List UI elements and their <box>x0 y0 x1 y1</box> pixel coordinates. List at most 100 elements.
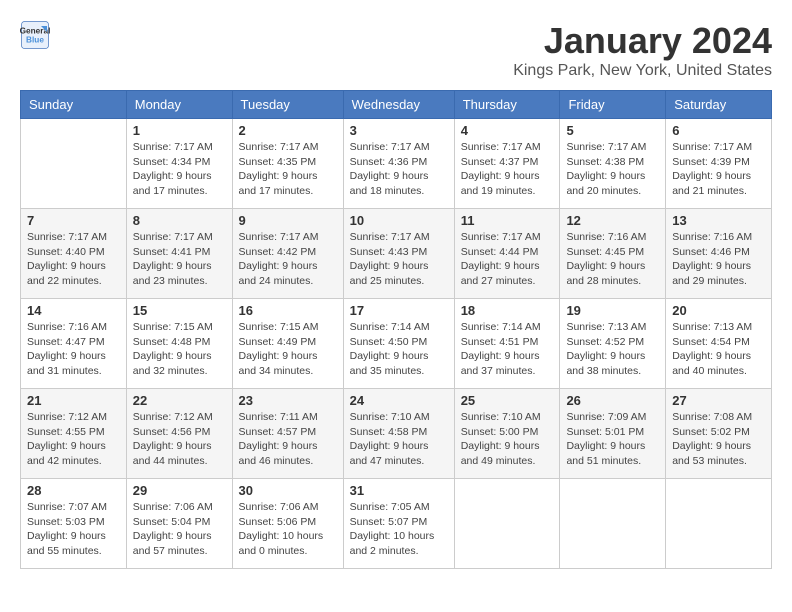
day-number: 4 <box>461 123 554 138</box>
day-info: Sunrise: 7:17 AMSunset: 4:37 PMDaylight:… <box>461 140 554 199</box>
calendar-cell: 22 Sunrise: 7:12 AMSunset: 4:56 PMDayligh… <box>126 389 232 479</box>
calendar-cell: 30Sunrise: 7:06 AMSunset: 5:06 PMDayligh… <box>232 479 343 569</box>
calendar-cell: 1 Sunrise: 7:17 AMSunset: 4:34 PMDaylight… <box>126 119 232 209</box>
page-container: General Blue January 2024 Kings Park, Ne… <box>20 20 772 569</box>
calendar-cell: 7 Sunrise: 7:17 AMSunset: 4:40 PMDaylight… <box>21 209 127 299</box>
calendar-subtitle: Kings Park, New York, United States <box>513 62 772 80</box>
day-number: 12 <box>566 213 659 228</box>
calendar-cell: 2 Sunrise: 7:17 AMSunset: 4:35 PMDaylight… <box>232 119 343 209</box>
day-number: 22 <box>133 393 226 408</box>
day-info: Sunrise: 7:08 AMSunset: 5:02 PMDaylight:… <box>672 410 765 469</box>
day-number: 1 <box>133 123 226 138</box>
day-info: Sunrise: 7:06 AMSunset: 5:04 PMDaylight:… <box>133 500 226 559</box>
day-info: Sunrise: 7:07 AMSunset: 5:03 PMDaylight:… <box>27 500 120 559</box>
day-info: Sunrise: 7:10 AMSunset: 5:00 PMDaylight:… <box>461 410 554 469</box>
day-number: 6 <box>672 123 765 138</box>
day-number: 26 <box>566 393 659 408</box>
col-wednesday: Wednesday <box>343 91 454 119</box>
week-row-1: 1 Sunrise: 7:17 AMSunset: 4:34 PMDaylight… <box>21 119 772 209</box>
day-number: 7 <box>27 213 120 228</box>
day-number: 28 <box>27 483 120 498</box>
calendar-cell: 4 Sunrise: 7:17 AMSunset: 4:37 PMDaylight… <box>454 119 560 209</box>
calendar-cell: 16 Sunrise: 7:15 AMSunset: 4:49 PMDayligh… <box>232 299 343 389</box>
calendar-cell: 15Sunrise: 7:15 AMSunset: 4:48 PMDayligh… <box>126 299 232 389</box>
svg-text:Blue: Blue <box>26 36 44 45</box>
day-info: Sunrise: 7:13 AMSunset: 4:54 PMDaylight:… <box>672 320 765 379</box>
calendar-cell: 23 Sunrise: 7:11 AMSunset: 4:57 PMDayligh… <box>232 389 343 479</box>
week-row-4: 21 Sunrise: 7:12 AMSunset: 4:55 PMDayligh… <box>21 389 772 479</box>
col-saturday: Saturday <box>666 91 772 119</box>
day-info: Sunrise: 7:17 AMSunset: 4:41 PMDaylight:… <box>133 230 226 289</box>
day-info: Sunrise: 7:17 AMSunset: 4:38 PMDaylight:… <box>566 140 659 199</box>
day-number: 2 <box>239 123 337 138</box>
day-number: 17 <box>350 303 448 318</box>
day-number: 3 <box>350 123 448 138</box>
calendar-cell: 29 Sunrise: 7:06 AMSunset: 5:04 PMDayligh… <box>126 479 232 569</box>
calendar-cell: 21 Sunrise: 7:12 AMSunset: 4:55 PMDayligh… <box>21 389 127 479</box>
calendar-title: January 2024 <box>513 20 772 62</box>
day-info: Sunrise: 7:12 AMSunset: 4:55 PMDaylight:… <box>27 410 120 469</box>
calendar-table: Sunday Monday Tuesday Wednesday Thursday… <box>20 90 772 569</box>
day-number: 18 <box>461 303 554 318</box>
calendar-cell: 19 Sunrise: 7:13 AMSunset: 4:52 PMDayligh… <box>560 299 666 389</box>
day-info: Sunrise: 7:17 AMSunset: 4:43 PMDaylight:… <box>350 230 448 289</box>
day-number: 23 <box>239 393 337 408</box>
calendar-cell: 17 Sunrise: 7:14 AMSunset: 4:50 PMDayligh… <box>343 299 454 389</box>
day-info: Sunrise: 7:16 AMSunset: 4:46 PMDaylight:… <box>672 230 765 289</box>
day-info: Sunrise: 7:17 AMSunset: 4:40 PMDaylight:… <box>27 230 120 289</box>
calendar-cell <box>560 479 666 569</box>
day-number: 5 <box>566 123 659 138</box>
calendar-cell: 8 Sunrise: 7:17 AMSunset: 4:41 PMDaylight… <box>126 209 232 299</box>
col-sunday: Sunday <box>21 91 127 119</box>
calendar-cell: 12 Sunrise: 7:16 AMSunset: 4:45 PMDayligh… <box>560 209 666 299</box>
day-number: 31 <box>350 483 448 498</box>
day-number: 16 <box>239 303 337 318</box>
calendar-cell: 14 Sunrise: 7:16 AMSunset: 4:47 PMDayligh… <box>21 299 127 389</box>
day-info: Sunrise: 7:12 AMSunset: 4:56 PMDaylight:… <box>133 410 226 469</box>
header: General Blue January 2024 Kings Park, Ne… <box>20 20 772 80</box>
day-info: Sunrise: 7:13 AMSunset: 4:52 PMDaylight:… <box>566 320 659 379</box>
day-number: 21 <box>27 393 120 408</box>
calendar-cell: 9Sunrise: 7:17 AMSunset: 4:42 PMDaylight… <box>232 209 343 299</box>
day-info: Sunrise: 7:17 AMSunset: 4:39 PMDaylight:… <box>672 140 765 199</box>
header-row: Sunday Monday Tuesday Wednesday Thursday… <box>21 91 772 119</box>
day-number: 25 <box>461 393 554 408</box>
calendar-cell: 5 Sunrise: 7:17 AMSunset: 4:38 PMDaylight… <box>560 119 666 209</box>
logo: General Blue <box>20 20 50 50</box>
day-info: Sunrise: 7:16 AMSunset: 4:47 PMDaylight:… <box>27 320 120 379</box>
day-info: Sunrise: 7:11 AMSunset: 4:57 PMDaylight:… <box>239 410 337 469</box>
calendar-cell: 28 Sunrise: 7:07 AMSunset: 5:03 PMDayligh… <box>21 479 127 569</box>
calendar-cell <box>666 479 772 569</box>
title-section: January 2024 Kings Park, New York, Unite… <box>513 20 772 80</box>
day-number: 27 <box>672 393 765 408</box>
calendar-cell: 31 Sunrise: 7:05 AMSunset: 5:07 PMDayligh… <box>343 479 454 569</box>
calendar-cell: 20Sunrise: 7:13 AMSunset: 4:54 PMDayligh… <box>666 299 772 389</box>
day-info: Sunrise: 7:14 AMSunset: 4:51 PMDaylight:… <box>461 320 554 379</box>
day-number: 29 <box>133 483 226 498</box>
calendar-cell: 11 Sunrise: 7:17 AMSunset: 4:44 PMDayligh… <box>454 209 560 299</box>
day-number: 8 <box>133 213 226 228</box>
calendar-cell: 25 Sunrise: 7:10 AMSunset: 5:00 PMDayligh… <box>454 389 560 479</box>
calendar-cell: 13Sunrise: 7:16 AMSunset: 4:46 PMDayligh… <box>666 209 772 299</box>
day-info: Sunrise: 7:17 AMSunset: 4:44 PMDaylight:… <box>461 230 554 289</box>
day-info: Sunrise: 7:17 AMSunset: 4:35 PMDaylight:… <box>239 140 337 199</box>
calendar-cell: 24Sunrise: 7:10 AMSunset: 4:58 PMDayligh… <box>343 389 454 479</box>
day-number: 11 <box>461 213 554 228</box>
day-info: Sunrise: 7:16 AMSunset: 4:45 PMDaylight:… <box>566 230 659 289</box>
week-row-2: 7 Sunrise: 7:17 AMSunset: 4:40 PMDaylight… <box>21 209 772 299</box>
week-row-5: 28 Sunrise: 7:07 AMSunset: 5:03 PMDayligh… <box>21 479 772 569</box>
calendar-cell <box>21 119 127 209</box>
day-info: Sunrise: 7:10 AMSunset: 4:58 PMDaylight:… <box>350 410 448 469</box>
day-number: 14 <box>27 303 120 318</box>
col-thursday: Thursday <box>454 91 560 119</box>
calendar-cell: 3 Sunrise: 7:17 AMSunset: 4:36 PMDaylight… <box>343 119 454 209</box>
day-info: Sunrise: 7:14 AMSunset: 4:50 PMDaylight:… <box>350 320 448 379</box>
day-info: Sunrise: 7:15 AMSunset: 4:49 PMDaylight:… <box>239 320 337 379</box>
day-info: Sunrise: 7:17 AMSunset: 4:36 PMDaylight:… <box>350 140 448 199</box>
day-number: 30 <box>239 483 337 498</box>
day-info: Sunrise: 7:17 AMSunset: 4:34 PMDaylight:… <box>133 140 226 199</box>
day-info: Sunrise: 7:05 AMSunset: 5:07 PMDaylight:… <box>350 500 448 559</box>
day-number: 10 <box>350 213 448 228</box>
logo-icon: General Blue <box>20 20 50 50</box>
day-number: 19 <box>566 303 659 318</box>
